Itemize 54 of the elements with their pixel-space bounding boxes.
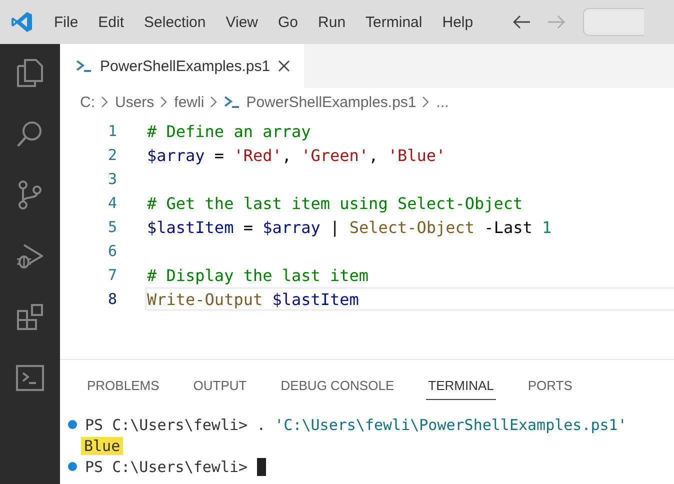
menu-item[interactable]: Run (308, 14, 356, 30)
search-icon[interactable] (16, 120, 44, 148)
terminal-command-line: PS C:\Users\fewli> (85, 458, 249, 476)
code-line: # Get the last item using Select-Object (147, 194, 523, 212)
powershell-icon (76, 60, 92, 72)
files-icon[interactable] (16, 58, 44, 88)
menu-item[interactable]: Selection (134, 14, 216, 30)
menu-item[interactable]: Help (432, 14, 484, 30)
line-number: 7 (106, 266, 118, 284)
code-line: # Display the last item (147, 266, 369, 284)
breadcrumb-item[interactable]: Users (115, 94, 154, 110)
command-center-field[interactable] (583, 8, 644, 36)
panel-tab[interactable]: DEBUG CONSOLE (278, 372, 396, 400)
menu-item[interactable]: Terminal (356, 14, 432, 30)
line-number: 2 (106, 146, 118, 164)
line-number: 3 (106, 170, 118, 188)
vscode-logo-icon (10, 10, 34, 34)
close-icon[interactable] (278, 60, 290, 72)
menu-item[interactable]: File (44, 14, 88, 30)
menu-item[interactable]: Edit (88, 14, 134, 30)
terminal-icon[interactable] (16, 365, 44, 391)
extensions-icon[interactable] (16, 303, 44, 331)
source-control-icon[interactable] (17, 180, 43, 210)
line-number: 5 (106, 218, 118, 236)
editor-tab[interactable]: PowerShellExamples.ps1 (60, 44, 304, 88)
chevron-right-icon (210, 96, 218, 108)
code-line: $lastItem = $array | Select-Object -Last 1 (147, 218, 552, 236)
panel-tab[interactable]: PROBLEMS (85, 372, 162, 400)
breadcrumb-item[interactable]: ... (436, 94, 449, 110)
menu-item[interactable]: View (216, 14, 268, 30)
breadcrumb-item[interactable]: PowerShellExamples.ps1 (246, 94, 416, 110)
line-number: 1 (106, 122, 118, 140)
back-arrow-icon[interactable] (513, 15, 532, 29)
command-status-dot (68, 462, 77, 471)
breadcrumb-item[interactable]: fewli (174, 94, 204, 110)
chevron-right-icon (160, 96, 168, 108)
code-line: Write-Output $lastItem (147, 290, 359, 308)
line-number: 4 (106, 194, 118, 212)
menu-item[interactable]: Go (268, 14, 308, 30)
chevron-right-icon (422, 96, 430, 108)
line-number: 6 (106, 242, 118, 260)
code-line: # Define an array (147, 122, 311, 140)
line-number: 8 (106, 290, 118, 308)
powershell-icon (224, 96, 240, 108)
terminal-command-line: PS C:\Users\fewli> . 'C:\Users\fewli\PowerShellExamples.ps1' (85, 416, 627, 434)
panel-tab[interactable]: OUTPUT (191, 372, 249, 400)
chevron-right-icon (101, 96, 109, 108)
panel-tab[interactable]: TERMINAL (426, 372, 496, 400)
code-line: $array = 'Red', 'Green', 'Blue' (147, 146, 446, 164)
command-status-dot (68, 420, 77, 429)
breadcrumb-item[interactable]: C: (80, 94, 95, 110)
panel-tab[interactable]: PORTS (526, 372, 574, 400)
terminal-output: Blue (81, 436, 124, 454)
run-debug-icon[interactable] (16, 242, 44, 270)
